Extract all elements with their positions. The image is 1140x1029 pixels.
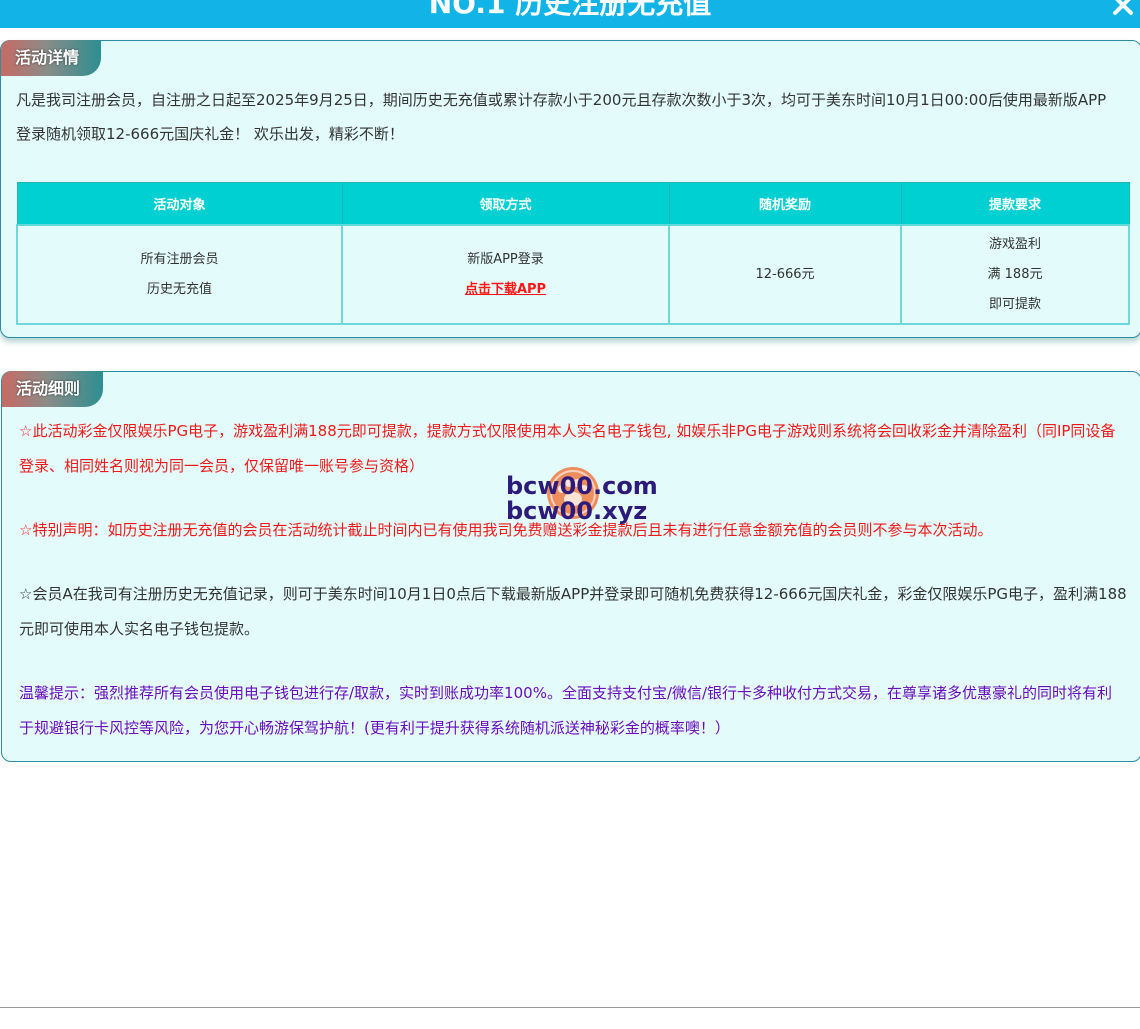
modal-title: NO.1 历史注册无充值 — [428, 0, 712, 20]
target-line: 所有注册会员 — [140, 251, 219, 267]
table-header-withdraw: 提款要求 — [900, 182, 1130, 226]
target-line: 历史无充值 — [146, 281, 212, 297]
withdraw-cell: 游戏盈利 满 188元 即可提款 — [900, 224, 1130, 325]
activity-rules-badge: 活动细则 — [2, 371, 103, 407]
activity-rules-panel: 活动细则 ☆此活动彩金仅限娱乐PG电子，游戏盈利满188元即可提款，提款方式仅限… — [1, 371, 1140, 762]
rule-text: ☆特别声明：如历史注册无充值的会员在活动统计截止时间内已有使用我司免费赠送彩金提… — [19, 521, 993, 539]
rule-text: ☆此活动彩金仅限娱乐PG电子，游戏盈利满188元即可提款，提款方式仅限使用本人实… — [19, 422, 1116, 475]
method-text: 新版APP登录 — [467, 251, 544, 267]
download-app-link[interactable]: 点击下载APP — [465, 282, 546, 297]
table-header-target: 活动对象 — [16, 182, 343, 226]
tip-text: 温馨提示：强烈推荐所有会员使用电子钱包进行存/取款，实时到账成功率100%。全面… — [19, 684, 1113, 737]
table-header-method: 领取方式 — [341, 182, 670, 226]
target-cell: 所有注册会员 历史无充值 — [16, 224, 343, 325]
activity-intro-text: 凡是我司注册会员，自注册之日起至2025年9月25日，期间历史无充值或累计存款小… — [16, 91, 1107, 143]
withdraw-line: 即可提款 — [988, 296, 1041, 312]
activity-details-badge: 活动详情 — [1, 40, 101, 76]
withdraw-line: 满 188元 — [987, 266, 1043, 282]
withdraw-line: 游戏盈利 — [988, 236, 1041, 252]
rule-text: ☆会员A在我司有注册历史无充值记录，则可于美东时间10月1日0点后下载最新版AP… — [19, 585, 1127, 638]
rules-content: ☆此活动彩金仅限娱乐PG电子，游戏盈利满188元即可提款，提款方式仅限使用本人实… — [19, 414, 1127, 746]
table-header-row: 活动对象 领取方式 随机奖励 提款要求 — [16, 182, 1130, 226]
bottom-divider — [0, 1007, 1140, 1008]
activity-details-panel: 活动详情 凡是我司注册会员，自注册之日起至2025年9月25日，期间历史无充值或… — [0, 40, 1140, 338]
method-cell: 新版APP登录 点击下载APP — [341, 224, 670, 325]
table-row: 所有注册会员 历史无充值 新版APP登录 点击下载APP 12-666元 游戏盈… — [16, 224, 1130, 325]
reward-cell: 12-666元 — [668, 224, 902, 325]
table-header-reward: 随机奖励 — [668, 182, 902, 226]
close-icon[interactable] — [1108, 0, 1138, 20]
activity-info-table: 活动对象 领取方式 随机奖励 提款要求 所有注册会员 历史无充值 新版APP登录… — [16, 182, 1130, 325]
modal-header: NO.1 历史注册无充值 — [0, 0, 1140, 28]
